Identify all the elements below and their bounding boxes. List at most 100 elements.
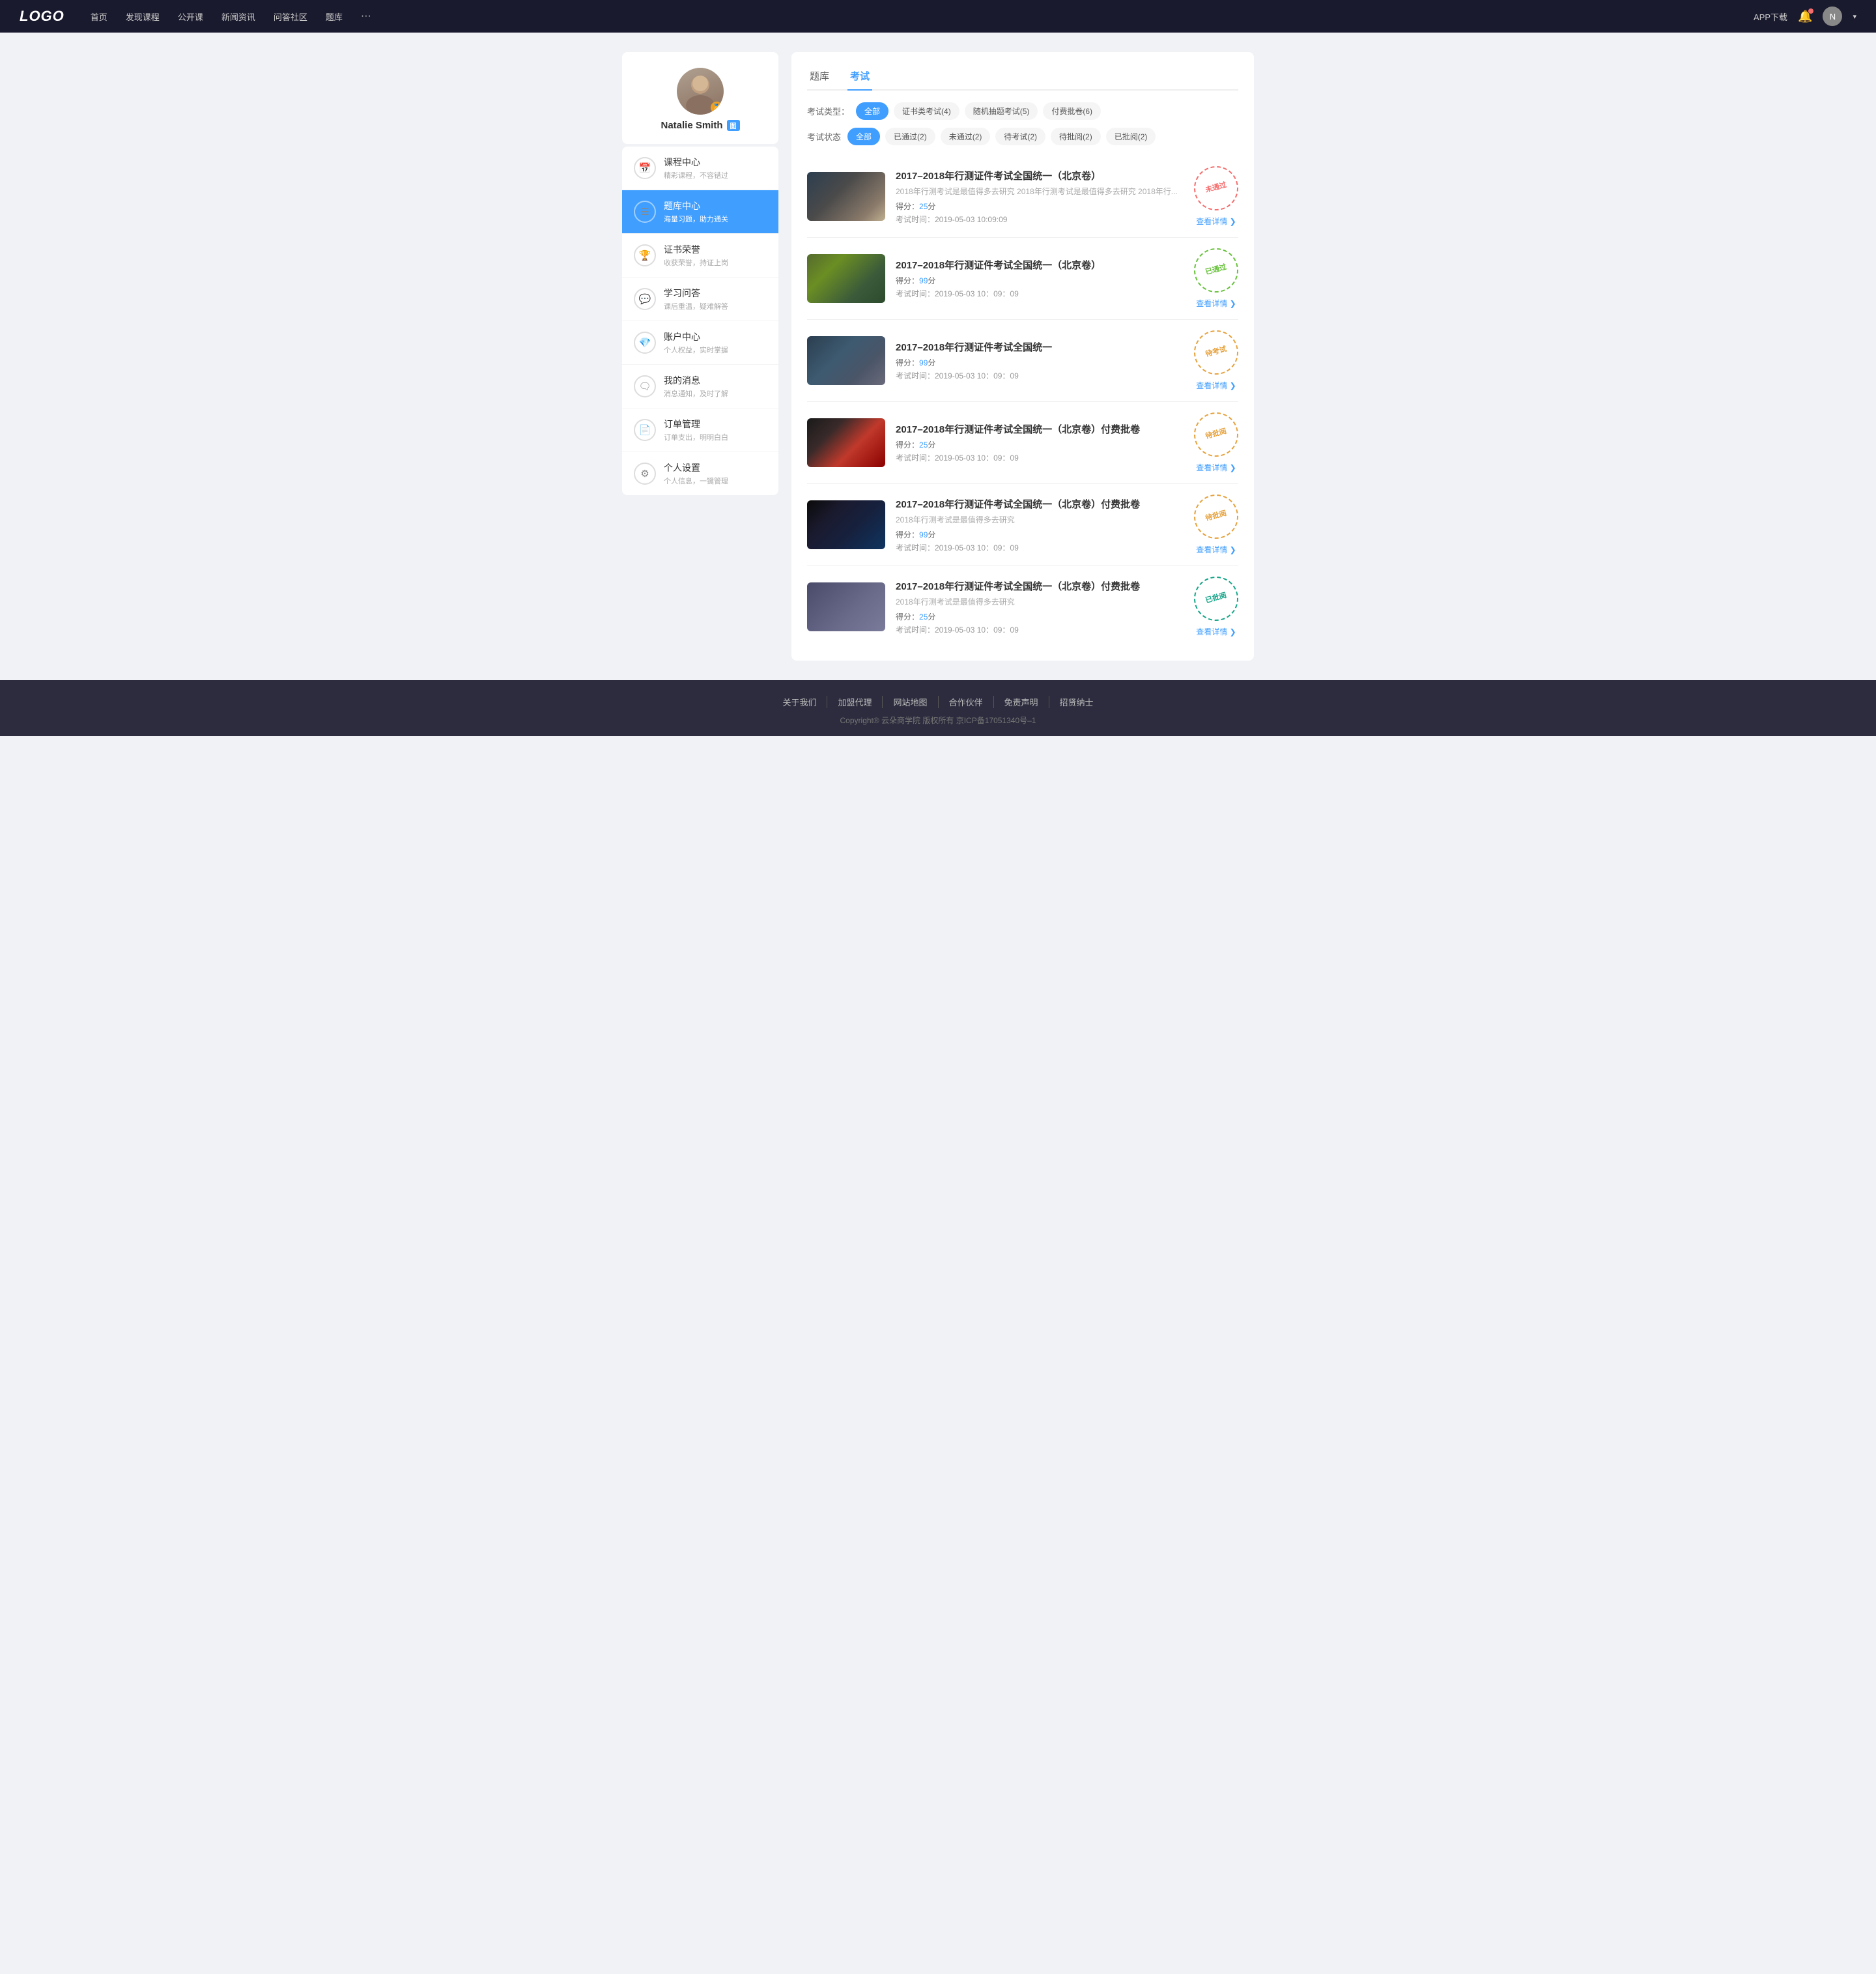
filter-status-tag-2[interactable]: 未通过(2) — [941, 128, 991, 145]
nav-link-bank[interactable]: 题库 — [326, 10, 343, 23]
nav-link-home[interactable]: 首页 — [91, 10, 107, 23]
view-detail-btn-2[interactable]: 查看详情 ❯ — [1196, 298, 1236, 309]
level-badge: 图 — [727, 120, 740, 131]
filter-type-tag-2[interactable]: 随机抽题考试(5) — [965, 102, 1038, 120]
exam-desc-5: 2018年行测考试是最值得多去研究 — [896, 514, 1184, 525]
view-detail-btn-6[interactable]: 查看详情 ❯ — [1196, 626, 1236, 637]
exam-actions-4: 待批阅 查看详情 ❯ — [1194, 412, 1238, 473]
nav-link-qa[interactable]: 问答社区 — [274, 10, 307, 23]
tab-exam[interactable]: 考试 — [847, 65, 872, 89]
filter-status-tag-3[interactable]: 待考试(2) — [995, 128, 1045, 145]
app-download-link[interactable]: APP下载 — [1754, 10, 1787, 23]
menu-title-account: 账户中心 — [664, 330, 728, 343]
exam-actions-2: 已通过 查看详情 ❯ — [1194, 248, 1238, 309]
filter-type-row: 考试类型： 全部证书类考试(4) 随机抽题考试(5) 付费批卷(6) — [807, 102, 1238, 120]
logo[interactable]: LOGO — [20, 8, 64, 25]
exam-info-6: 2017–2018年行测证件考试全国统一（北京卷）付费批卷 2018年行测考试是… — [896, 579, 1184, 635]
exam-desc-6: 2018年行测考试是最值得多去研究 — [896, 596, 1184, 607]
exam-info-5: 2017–2018年行测证件考试全国统一（北京卷）付费批卷 2018年行测考试是… — [896, 497, 1184, 553]
view-detail-btn-4[interactable]: 查看详情 ❯ — [1196, 462, 1236, 473]
filter-type-tag-0[interactable]: 全部 — [856, 102, 888, 120]
menu-text-course-center: 课程中心 精彩课程，不容错过 — [664, 156, 728, 180]
filter-status-tag-5[interactable]: 已批阅(2) — [1106, 128, 1156, 145]
menu-sub-course-center: 精彩课程，不容错过 — [664, 170, 728, 180]
filter-status-tag-1[interactable]: 已通过(2) — [885, 128, 935, 145]
menu-title-course-center: 课程中心 — [664, 156, 728, 169]
sidebar-avatar-wrapper: 🏅 — [677, 68, 724, 115]
sidebar-item-account[interactable]: 💎 账户中心 个人权益，实时掌握 — [622, 321, 778, 365]
menu-icon-orders: 📄 — [634, 419, 656, 441]
view-detail-btn-5[interactable]: 查看详情 ❯ — [1196, 544, 1236, 555]
sidebar: 🏅 Natalie Smith 图 📅 课程中心 精彩课程，不容错过 ☰ 题库中… — [622, 52, 778, 661]
main-container: 🏅 Natalie Smith 图 📅 课程中心 精彩课程，不容错过 ☰ 题库中… — [612, 52, 1264, 661]
filter-status-tag-0[interactable]: 全部 — [847, 128, 880, 145]
exam-title-3: 2017–2018年行测证件考试全国统一 — [896, 340, 1184, 354]
view-detail-btn-1[interactable]: 查看详情 ❯ — [1196, 216, 1236, 227]
sidebar-item-orders[interactable]: 📄 订单管理 订单支出，明明白白 — [622, 408, 778, 452]
footer-link-2[interactable]: 网站地图 — [883, 696, 938, 708]
sidebar-item-question-bank[interactable]: ☰ 题库中心 海量习题，助力通关 — [622, 190, 778, 234]
sidebar-item-study-qa[interactable]: 💬 学习问答 课后重温，疑难解答 — [622, 278, 778, 321]
user-menu-caret[interactable]: ▾ — [1853, 12, 1856, 21]
footer-links: 关于我们加盟代理网站地图合作伙伴免责声明招贤纳士 — [0, 696, 1876, 708]
exam-stamp-4: 待批阅 — [1189, 407, 1243, 461]
exam-title-6: 2017–2018年行测证件考试全国统一（北京卷）付费批卷 — [896, 579, 1184, 593]
filter-status-tag-4[interactable]: 待批阅(2) — [1051, 128, 1101, 145]
exam-item-6: 2017–2018年行测证件考试全国统一（北京卷）付费批卷 2018年行测考试是… — [807, 566, 1238, 648]
nav-link-opencourse[interactable]: 公开课 — [178, 10, 203, 23]
exam-thumb-3 — [807, 336, 885, 385]
menu-text-account: 账户中心 个人权益，实时掌握 — [664, 330, 728, 355]
exam-thumb-4 — [807, 418, 885, 467]
navbar: LOGO 首页 发现课程 公开课 新闻资讯 问答社区 题库 ··· APP下载 🔔 N ▾ — [0, 0, 1876, 33]
footer-link-0[interactable]: 关于我们 — [772, 696, 827, 708]
exam-title-5: 2017–2018年行测证件考试全国统一（北京卷）付费批卷 — [896, 497, 1184, 511]
exam-thumb-1 — [807, 172, 885, 221]
exam-stamp-2: 已通过 — [1189, 243, 1243, 297]
exam-time-6: 考试时间：2019-05-03 10：09：09 — [896, 624, 1184, 635]
footer-link-3[interactable]: 合作伙伴 — [939, 696, 994, 708]
exam-item-2: 2017–2018年行测证件考试全国统一（北京卷） 得分：99分 考试时间：20… — [807, 238, 1238, 320]
nav-link-news[interactable]: 新闻资讯 — [221, 10, 255, 23]
footer-link-4[interactable]: 免责声明 — [994, 696, 1049, 708]
menu-icon-account: 💎 — [634, 332, 656, 354]
filter-type-tag-3[interactable]: 付费批卷(6) — [1043, 102, 1101, 120]
top-tabs: 题库考试 — [807, 65, 1238, 91]
notification-dot — [1808, 8, 1813, 14]
footer-link-1[interactable]: 加盟代理 — [827, 696, 883, 708]
exam-time-1: 考试时间：2019-05-03 10:09:09 — [896, 214, 1184, 225]
notification-bell[interactable]: 🔔 — [1798, 10, 1812, 23]
exam-thumb-5 — [807, 500, 885, 549]
exam-stamp-5: 待批阅 — [1189, 489, 1243, 543]
sidebar-item-settings[interactable]: ⚙ 个人设置 个人信息，一键管理 — [622, 452, 778, 495]
view-detail-btn-3[interactable]: 查看详情 ❯ — [1196, 380, 1236, 391]
tab-bank[interactable]: 题库 — [807, 65, 832, 89]
sidebar-item-messages[interactable]: 🗨 我的消息 消息通知，及时了解 — [622, 365, 778, 408]
nav-link-discover[interactable]: 发现课程 — [126, 10, 160, 23]
exam-score-4: 得分：25分 — [896, 439, 1184, 450]
exam-item-5: 2017–2018年行测证件考试全国统一（北京卷）付费批卷 2018年行测考试是… — [807, 484, 1238, 566]
exam-stamp-3: 待考试 — [1189, 325, 1243, 379]
sidebar-item-certificate[interactable]: 🏆 证书荣誉 收获荣誉，持证上岗 — [622, 234, 778, 278]
menu-sub-orders: 订单支出，明明白白 — [664, 432, 728, 442]
menu-text-study-qa: 学习问答 课后重温，疑难解答 — [664, 287, 728, 311]
nav-more[interactable]: ··· — [361, 10, 371, 23]
menu-sub-account: 个人权益，实时掌握 — [664, 345, 728, 355]
exam-actions-5: 待批阅 查看详情 ❯ — [1194, 494, 1238, 555]
user-avatar[interactable]: N — [1823, 7, 1842, 26]
menu-text-messages: 我的消息 消息通知，及时了解 — [664, 374, 728, 399]
filter-type-tag-1[interactable]: 证书类考试(4) — [894, 102, 959, 120]
menu-title-messages: 我的消息 — [664, 374, 728, 387]
exam-title-2: 2017–2018年行测证件考试全国统一（北京卷） — [896, 258, 1184, 272]
exam-score-1: 得分：25分 — [896, 201, 1184, 212]
menu-title-orders: 订单管理 — [664, 418, 728, 431]
exam-actions-1: 未通过 查看详情 ❯ — [1194, 166, 1238, 227]
exam-score-2: 得分：99分 — [896, 275, 1184, 286]
sidebar-item-course-center[interactable]: 📅 课程中心 精彩课程，不容错过 — [622, 147, 778, 190]
footer-link-5[interactable]: 招贤纳士 — [1049, 696, 1104, 708]
exam-stamp-1: 未通过 — [1189, 161, 1243, 215]
exam-item-3: 2017–2018年行测证件考试全国统一 得分：99分 考试时间：2019-05… — [807, 320, 1238, 402]
exam-info-4: 2017–2018年行测证件考试全国统一（北京卷）付费批卷 得分：25分 考试时… — [896, 422, 1184, 463]
filter-type-label: 考试类型： — [807, 105, 849, 117]
exam-time-3: 考试时间：2019-05-03 10：09：09 — [896, 370, 1184, 381]
filter-status-label: 考试状态 — [807, 130, 841, 143]
